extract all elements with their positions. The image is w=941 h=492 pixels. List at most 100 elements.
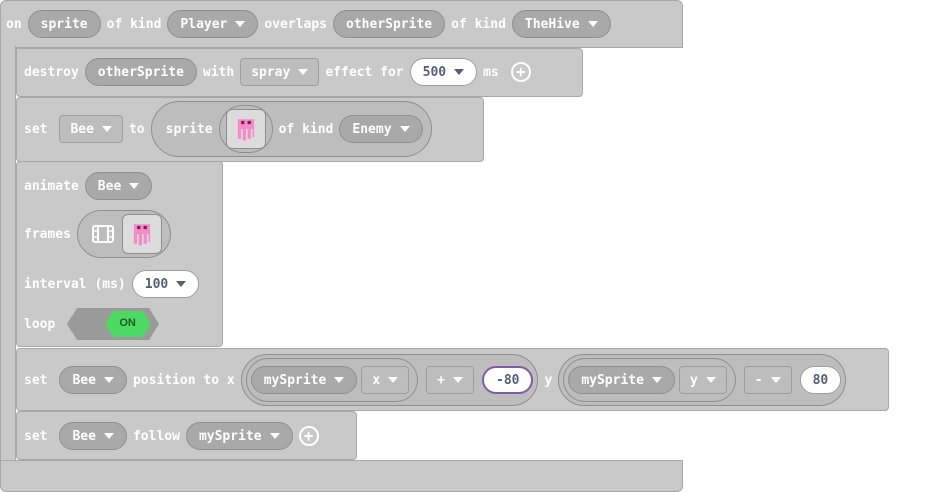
- position-to-x-label: position to x: [132, 372, 235, 388]
- kind-thehive-value: TheHive: [524, 16, 580, 32]
- position-row: set Bee position to x mySprite x + -80 y…: [18, 354, 847, 406]
- kind-thehive-dropdown[interactable]: TheHive: [511, 10, 611, 38]
- follow-row: set Bee follow mySprite +: [18, 418, 319, 454]
- x-sprite-dropdown[interactable]: mySprite: [250, 366, 358, 394]
- set-sprite-row: set Bee to sprite of kind Enemy: [18, 101, 432, 157]
- sprite-label: sprite: [165, 121, 213, 137]
- chevron-down-icon: [129, 183, 140, 189]
- chevron-down-icon: [399, 126, 410, 132]
- follow-var-dropdown[interactable]: Bee: [59, 422, 127, 450]
- jellyfish-icon: [237, 119, 254, 141]
- chevron-down-icon: [103, 433, 114, 439]
- y-operator-dropdown[interactable]: -: [743, 366, 792, 394]
- jellyfish-sprite-icon[interactable]: [225, 109, 266, 149]
- plus-icon[interactable]: +: [298, 426, 319, 446]
- kind-player-dropdown[interactable]: Player: [167, 10, 259, 38]
- y-offset-input[interactable]: 80: [799, 366, 842, 394]
- sprite-param[interactable]: sprite: [27, 10, 101, 38]
- toggle-switch-icon: [67, 308, 160, 340]
- with-label: with: [202, 64, 235, 80]
- chevron-down-icon: [454, 69, 465, 75]
- set-label-3: set: [24, 428, 48, 444]
- frame-jellyfish-icon[interactable]: [121, 214, 162, 254]
- loop-row: loop ON: [18, 306, 160, 342]
- on-label: on: [6, 16, 22, 32]
- overlap-event-row: on sprite of kind Player overlaps otherS…: [4, 6, 611, 42]
- of-kind-label: of kind: [106, 16, 162, 32]
- sprite-create-reporter[interactable]: sprite of kind Enemy: [150, 101, 432, 157]
- x-operator-dropdown[interactable]: +: [426, 366, 474, 394]
- destroy-row: destroy otherSprite with spray effect fo…: [18, 54, 531, 90]
- kind-enemy-dropdown[interactable]: Enemy: [339, 115, 423, 143]
- kind-enemy-value: Enemy: [352, 121, 392, 137]
- film-icon: [91, 225, 114, 243]
- interval-label: interval (ms): [24, 276, 126, 292]
- frames-label: frames: [24, 226, 71, 242]
- follow-target-dropdown[interactable]: mySprite: [185, 422, 293, 450]
- duration-dropdown[interactable]: 500: [409, 58, 478, 86]
- frames-reporter[interactable]: [76, 210, 171, 258]
- ms-label: ms: [483, 64, 499, 80]
- chevron-down-icon: [101, 126, 112, 132]
- loop-label: loop: [24, 316, 56, 332]
- of-kind-label-3: of kind: [278, 121, 334, 137]
- other-sprite-param[interactable]: otherSprite: [333, 10, 446, 38]
- interval-dropdown[interactable]: 100: [131, 270, 200, 298]
- animate-var-dropdown[interactable]: Bee: [84, 172, 153, 200]
- chevron-down-icon: [298, 69, 309, 75]
- x-operator-value: +: [437, 372, 445, 388]
- effect-value: spray: [251, 64, 291, 80]
- to-label: to: [128, 121, 145, 137]
- effect-dropdown[interactable]: spray: [240, 58, 320, 86]
- animate-row: animate Bee: [18, 168, 153, 204]
- chevron-down-icon: [235, 21, 246, 27]
- duration-value: 500: [422, 64, 447, 80]
- loop-toggle[interactable]: ON: [67, 308, 160, 340]
- y-prop-dropdown[interactable]: y: [678, 366, 727, 394]
- position-var-dropdown[interactable]: Bee: [59, 366, 127, 394]
- chevron-down-icon: [388, 377, 399, 383]
- x-expression[interactable]: mySprite x + -80: [240, 354, 539, 406]
- effect-for-label: effect for: [325, 64, 404, 80]
- x-sprite-prop-reporter[interactable]: mySprite x: [245, 358, 419, 402]
- animate-var-value: Bee: [97, 178, 122, 194]
- plus-icon[interactable]: +: [510, 62, 531, 82]
- event-block-footer: [0, 460, 683, 492]
- chevron-down-icon: [770, 377, 781, 383]
- y-sprite-value: mySprite: [581, 372, 644, 388]
- interval-value: 100: [144, 276, 169, 292]
- film-strip-icon[interactable]: [91, 225, 114, 243]
- destroy-target-param[interactable]: otherSprite: [84, 58, 197, 86]
- loop-state-label: ON: [119, 317, 136, 329]
- variable-bee-dropdown[interactable]: Bee: [59, 115, 123, 143]
- event-block-spine: [0, 46, 16, 466]
- sprite-image-ring: [218, 105, 273, 153]
- y-operator-value: -: [754, 372, 763, 388]
- chevron-down-icon: [269, 433, 280, 439]
- x-prop-value: x: [372, 372, 381, 388]
- variable-value: Bee: [70, 121, 94, 137]
- y-sprite-prop-reporter[interactable]: mySprite y: [563, 358, 736, 402]
- x-prop-dropdown[interactable]: x: [361, 366, 410, 394]
- overlaps-label: overlaps: [264, 16, 328, 32]
- interval-row: interval (ms) 100: [18, 266, 200, 302]
- set-label-2: set: [24, 372, 48, 388]
- animate-label: animate: [24, 178, 79, 194]
- x-offset-input[interactable]: -80: [482, 366, 534, 394]
- chevron-down-icon: [103, 377, 114, 383]
- y-expression[interactable]: mySprite y - 80: [558, 354, 847, 406]
- chevron-down-icon: [176, 281, 187, 287]
- x-sprite-value: mySprite: [263, 372, 327, 388]
- chevron-down-icon: [453, 377, 463, 383]
- chevron-down-icon: [587, 21, 598, 27]
- chevron-down-icon: [334, 377, 345, 383]
- y-sprite-dropdown[interactable]: mySprite: [568, 366, 675, 394]
- follow-target-value: mySprite: [198, 428, 262, 444]
- jellyfish-icon: [133, 224, 151, 246]
- chevron-down-icon: [705, 377, 716, 383]
- chevron-down-icon: [651, 377, 662, 383]
- of-kind-label-2: of kind: [451, 16, 506, 32]
- follow-var-value: Bee: [72, 428, 96, 444]
- position-var-value: Bee: [72, 372, 96, 388]
- destroy-label: destroy: [24, 64, 79, 80]
